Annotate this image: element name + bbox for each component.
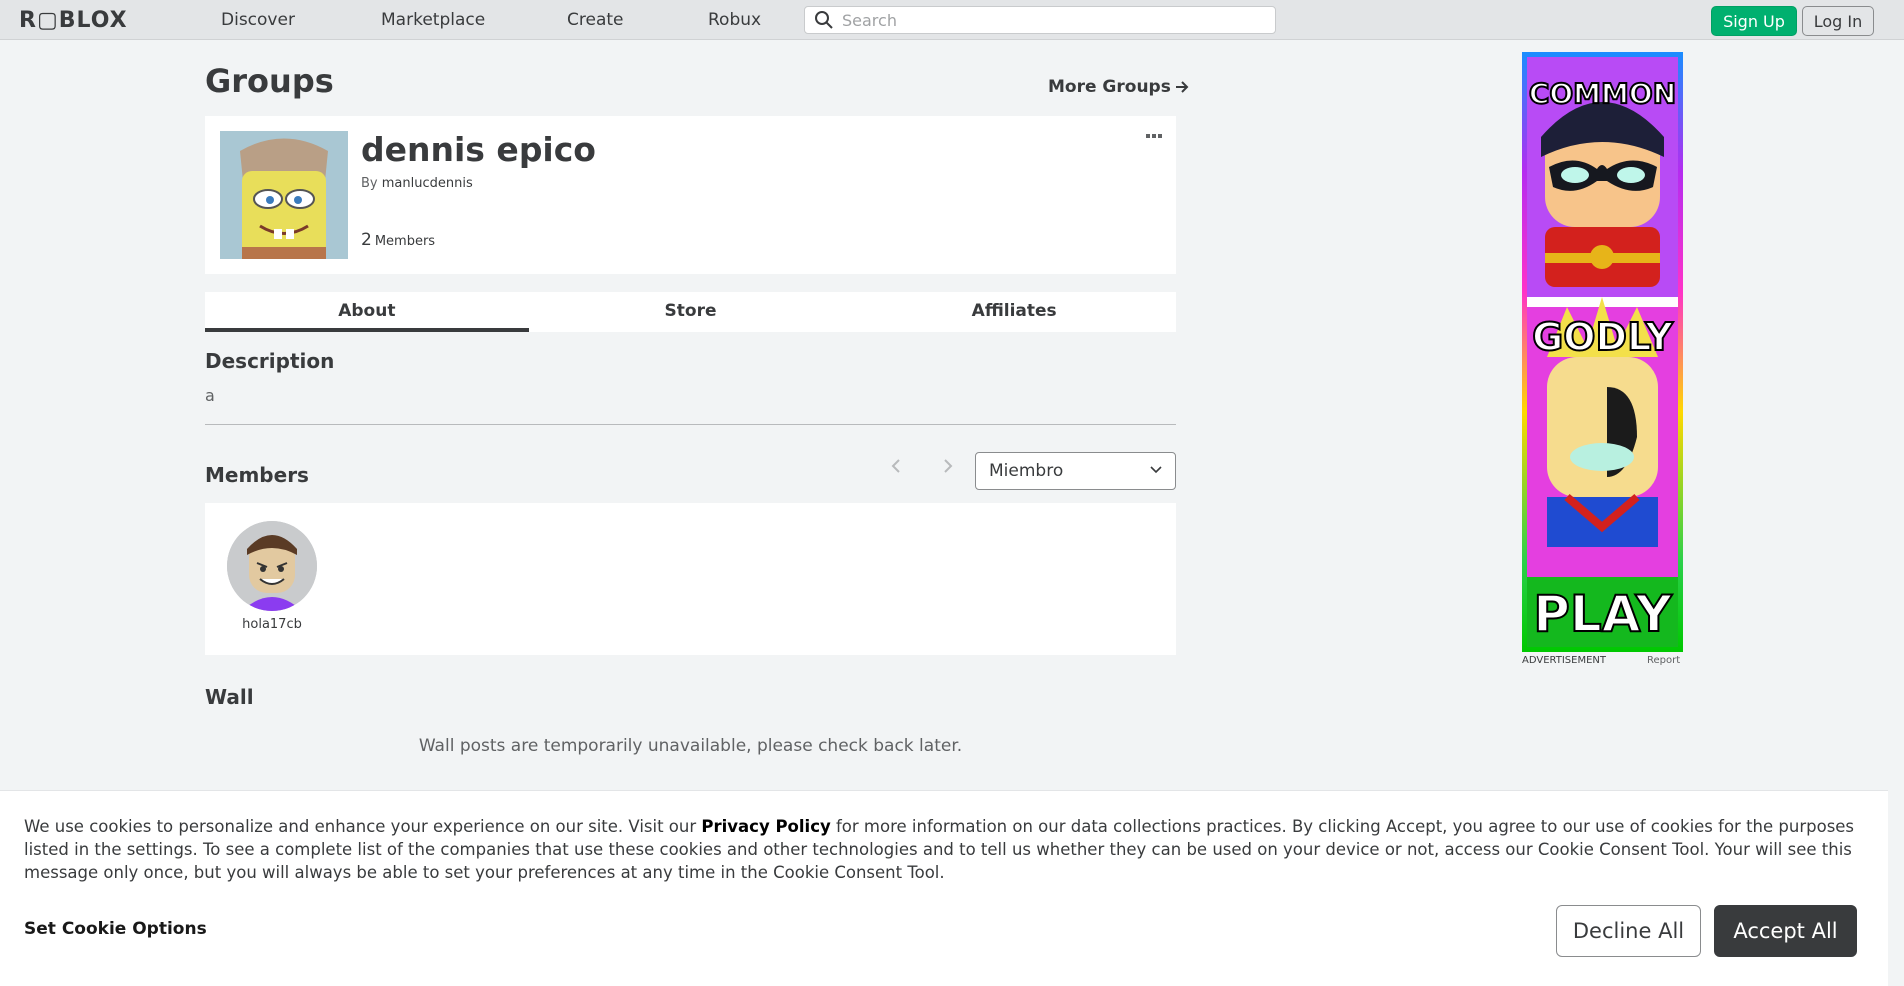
divider <box>205 424 1176 425</box>
ad-text-common: COMMON <box>1528 76 1677 111</box>
search-input[interactable] <box>842 10 1262 30</box>
ad-text-godly: GODLY <box>1531 314 1674 360</box>
role-select[interactable]: Miembro <box>975 452 1176 490</box>
group-emblem <box>220 131 348 259</box>
wall-heading: Wall <box>205 685 254 709</box>
login-button[interactable]: Log In <box>1802 6 1874 36</box>
member-name[interactable]: hola17cb <box>227 617 317 632</box>
search-icon <box>815 11 833 29</box>
member-count: 2 Members <box>361 230 435 250</box>
members-list: hola17cb <box>205 503 1176 655</box>
cookie-banner: We use cookies to personalize and enhanc… <box>0 790 1888 986</box>
page-title: Groups <box>205 62 334 100</box>
privacy-policy-link[interactable]: Privacy Policy <box>701 817 830 836</box>
arrow-right-icon <box>1175 81 1189 93</box>
cookie-text-before: We use cookies to personalize and enhanc… <box>24 817 702 836</box>
top-navbar: R▢BLOX Discover Marketplace Create Robux… <box>0 0 1904 40</box>
more-dots-icon[interactable] <box>1145 128 1163 144</box>
nav-discover[interactable]: Discover <box>221 10 295 30</box>
role-select-value: Miembro <box>989 461 1064 481</box>
nav-create[interactable]: Create <box>567 10 624 30</box>
members-heading: Members <box>205 463 309 487</box>
nav-marketplace[interactable]: Marketplace <box>381 10 485 30</box>
by-label: By <box>361 176 378 191</box>
more-groups-label: More Groups <box>1048 77 1171 97</box>
ad-text-play: PLAY <box>1532 584 1673 644</box>
owner-link[interactable]: manlucdennis <box>382 176 473 191</box>
wall-message: Wall posts are temporarily unavailable, … <box>418 736 963 756</box>
decline-all-button[interactable]: Decline All <box>1556 905 1701 957</box>
description-text: a <box>205 386 215 405</box>
description-heading: Description <box>205 349 335 373</box>
next-page-icon[interactable] <box>942 458 954 479</box>
member-count-value: 2 <box>361 230 372 250</box>
roblox-logo[interactable]: R▢BLOX <box>19 8 128 33</box>
ad-report-link[interactable]: Report <box>1647 655 1680 666</box>
group-name: dennis epico <box>361 130 596 169</box>
tab-affiliates[interactable]: Affiliates <box>852 292 1176 332</box>
signup-button[interactable]: Sign Up <box>1711 6 1797 36</box>
more-groups-link[interactable]: More Groups <box>1048 77 1189 97</box>
accept-all-button[interactable]: Accept All <box>1714 905 1857 957</box>
avatar[interactable] <box>227 521 317 611</box>
chevron-down-icon <box>1150 466 1162 474</box>
tab-about[interactable]: About <box>205 292 529 332</box>
advertisement[interactable]: COMMON GODLY PLAY <box>1522 52 1683 652</box>
search-box[interactable] <box>804 6 1276 34</box>
group-header-card: dennis epico By manlucdennis 2 Members <box>205 116 1176 274</box>
set-cookie-options-link[interactable]: Set Cookie Options <box>24 919 207 939</box>
group-tabs: About Store Affiliates <box>205 292 1176 332</box>
group-owner: By manlucdennis <box>361 176 473 191</box>
tab-store[interactable]: Store <box>529 292 853 332</box>
ad-label: ADVERTISEMENT <box>1522 655 1607 666</box>
nav-robux[interactable]: Robux <box>708 10 761 30</box>
cookie-text: We use cookies to personalize and enhanc… <box>24 815 1864 884</box>
member-count-label: Members <box>374 234 436 249</box>
prev-page-icon[interactable] <box>890 458 902 479</box>
